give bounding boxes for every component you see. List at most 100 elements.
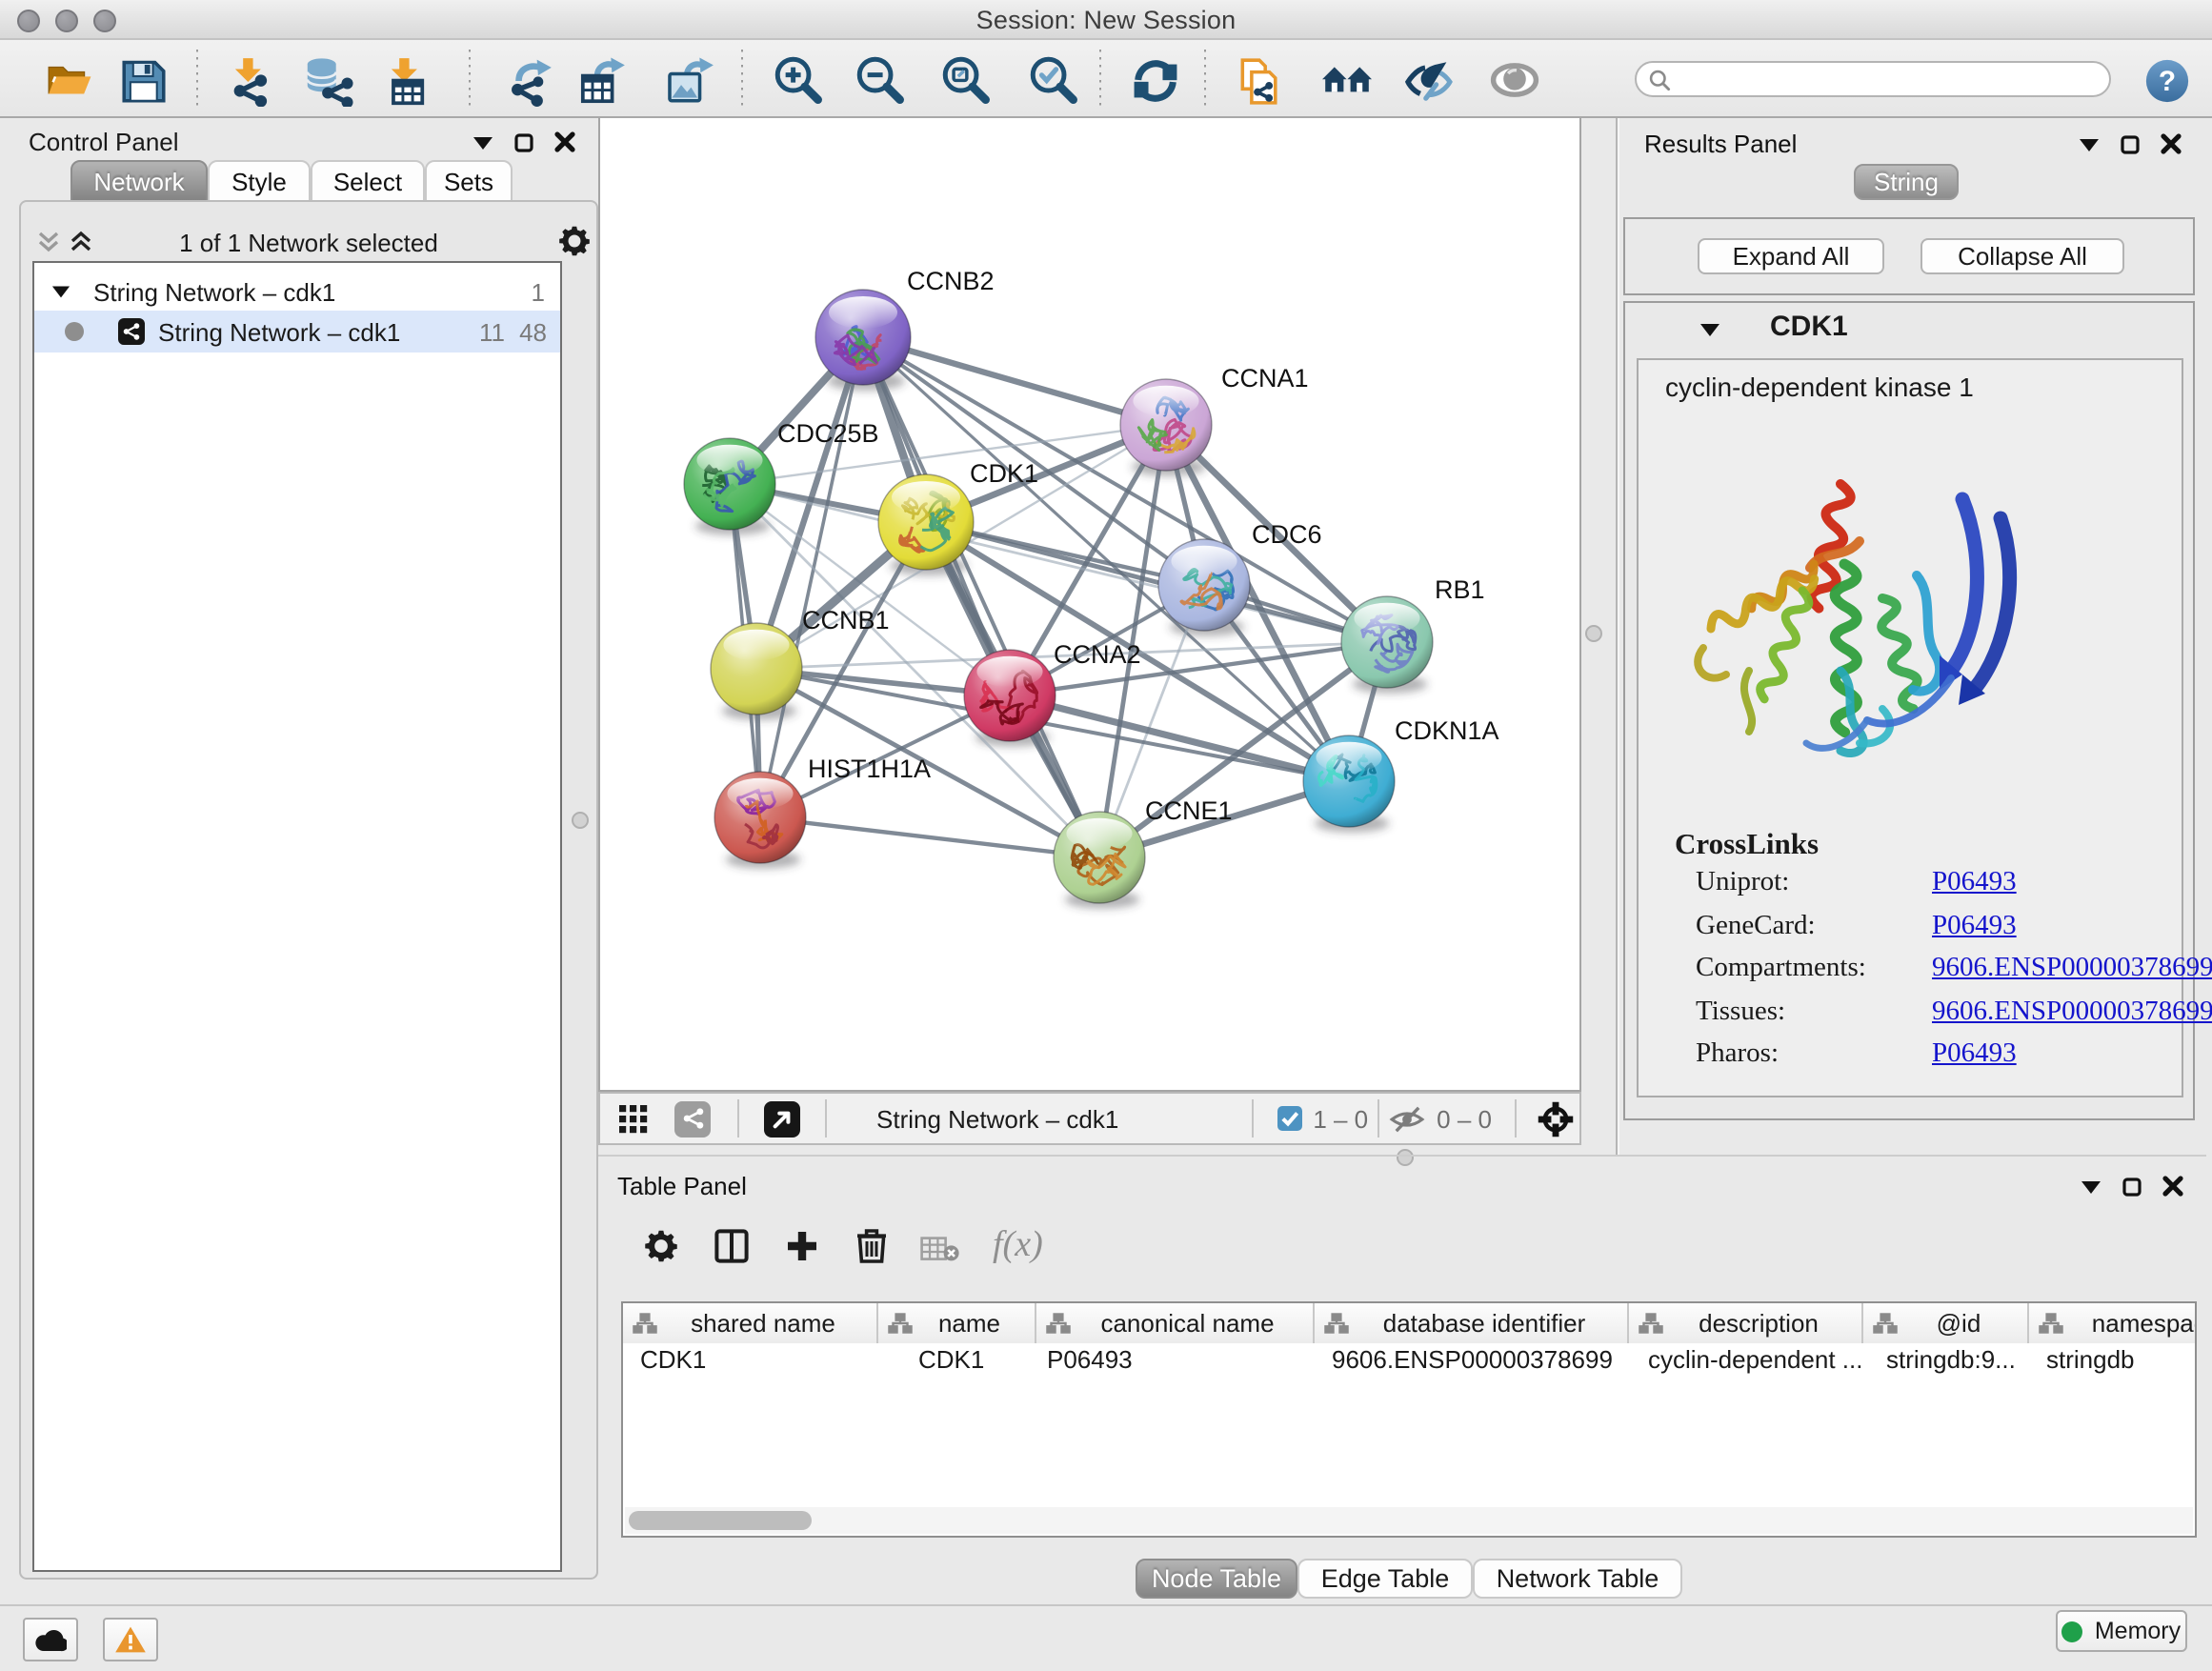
tab-string[interactable]: String: [1854, 164, 1959, 200]
column-header-name[interactable]: name: [878, 1303, 1036, 1343]
table-h-scrollbar[interactable]: [625, 1507, 2193, 1534]
table-cell[interactable]: 9606.ENSP00000378699: [1315, 1343, 1629, 1376]
import-network-from-file-button[interactable]: [221, 53, 274, 107]
network-label: String Network – cdk1: [158, 317, 400, 346]
table-cell[interactable]: stringdb:9...: [1863, 1343, 2029, 1376]
close-panel-icon[interactable]: [2162, 1176, 2183, 1197]
column-header-description[interactable]: description: [1629, 1303, 1863, 1343]
zoom-out-button[interactable]: [854, 53, 907, 107]
zoom-selected-button[interactable]: [1027, 53, 1080, 107]
undock-panel-icon[interactable]: [2122, 1177, 2142, 1196]
undock-panel-icon[interactable]: [2121, 134, 2140, 153]
network-node-cdkn1a[interactable]: [1303, 735, 1395, 827]
save-session-button[interactable]: [116, 53, 170, 107]
cloud-status-button[interactable]: [23, 1618, 78, 1661]
birds-eye-view-button[interactable]: [1538, 1100, 1574, 1137]
table-cell[interactable]: P06493: [1036, 1343, 1315, 1376]
table-cell[interactable]: cyclin-dependent ...: [1629, 1343, 1863, 1376]
right-splitter-handle[interactable]: [1585, 625, 1602, 642]
close-panel-icon[interactable]: [554, 131, 575, 152]
column-header-id[interactable]: @id: [1863, 1303, 2029, 1343]
float-panel-icon[interactable]: [473, 134, 493, 150]
expand-all-button[interactable]: Expand All: [1698, 238, 1884, 274]
create-column-button[interactable]: [785, 1229, 819, 1269]
network-node-ccnb2[interactable]: [815, 290, 911, 385]
gene-section: CDK1 cyclin-dependent kinase 1 CrossLink…: [1623, 301, 2195, 1120]
crosslink-value-link[interactable]: P06493: [1932, 910, 2017, 942]
table-options-gear-button[interactable]: [644, 1229, 678, 1269]
function-builder-button[interactable]: f(x): [993, 1225, 1043, 1267]
float-panel-icon[interactable]: [2079, 136, 2100, 151]
show-column-panel-button[interactable]: [714, 1229, 749, 1269]
warning-status-button[interactable]: [103, 1618, 158, 1661]
table-cell[interactable]: CDK1: [878, 1343, 1036, 1376]
network-node-ccnb1[interactable]: [711, 623, 802, 715]
export-network-button[interactable]: [503, 53, 556, 107]
search-field[interactable]: [1635, 61, 2111, 97]
network-tree-row[interactable]: String Network – cdk11: [34, 271, 560, 312]
crosslink-value-link[interactable]: P06493: [1932, 1039, 2017, 1072]
network-collection-label: String Network – cdk1: [93, 277, 335, 306]
network-graph[interactable]: CCNB2CCNA1CDC25BCDK1CDC6RB1CCNB1CCNA2CDK…: [600, 118, 1579, 1088]
column-header-namespace[interactable]: namespace: [2029, 1303, 2197, 1343]
column-header-canonicalname[interactable]: canonical name: [1036, 1303, 1315, 1343]
float-panel-icon[interactable]: [2081, 1178, 2101, 1194]
network-node-ccne1[interactable]: [1054, 812, 1145, 903]
network-edge[interactable]: [760, 817, 1099, 857]
scrollbar-thumb[interactable]: [629, 1511, 812, 1530]
crosslink-value-link[interactable]: 9606.ENSP00000378699: [1932, 953, 2212, 985]
network-options-gear-icon[interactable]: [558, 225, 591, 263]
network-edge[interactable]: [760, 337, 863, 817]
network-node-cdc6[interactable]: [1158, 539, 1250, 631]
delete-column-button[interactable]: [855, 1227, 888, 1269]
table-cell[interactable]: stringdb: [2029, 1343, 2197, 1376]
zoom-in-button[interactable]: [772, 53, 825, 107]
edge-count: 48: [519, 317, 547, 346]
close-panel-icon[interactable]: [2161, 133, 2182, 154]
tab-network[interactable]: Network: [70, 160, 208, 202]
gene-details: cyclin-dependent kinase 1 CrossLinks Uni…: [1637, 358, 2183, 1097]
tab-edge-table[interactable]: Edge Table: [1297, 1559, 1473, 1599]
network-share-button[interactable]: [674, 1100, 711, 1137]
crosslink-value-link[interactable]: 9606.ENSP00000378699: [1932, 997, 2212, 1029]
export-image-button[interactable]: [663, 53, 716, 107]
save-floppy-icon: [117, 54, 169, 106]
grid-view-button[interactable]: [619, 1104, 648, 1133]
open-session-button[interactable]: [42, 53, 95, 107]
network-node-ccna1[interactable]: [1120, 379, 1212, 471]
clone-network-button[interactable]: [1233, 53, 1286, 107]
open-in-window-button[interactable]: [764, 1100, 800, 1137]
network-node-cdc25b[interactable]: [684, 438, 775, 530]
tab-style[interactable]: Style: [208, 160, 311, 202]
first-neighbors-button[interactable]: [1320, 53, 1374, 107]
plus-icon: [785, 1229, 819, 1263]
column-header-sharedname[interactable]: shared name: [623, 1303, 878, 1343]
undock-panel-icon[interactable]: [514, 132, 533, 151]
hide-selected-button[interactable]: [1402, 53, 1456, 107]
show-all-button[interactable]: [1488, 53, 1541, 107]
network-canvas[interactable]: CCNB2CCNA1CDC25BCDK1CDC6RB1CCNB1CCNA2CDK…: [598, 118, 1581, 1092]
memory-button[interactable]: Memory: [2056, 1610, 2187, 1652]
network-tree-row[interactable]: String Network – cdk11148: [34, 311, 560, 352]
tree-expander-icon[interactable]: [51, 284, 70, 299]
network-node-rb1[interactable]: [1341, 596, 1433, 688]
tab-network-table[interactable]: Network Table: [1473, 1559, 1682, 1599]
tab-sets[interactable]: Sets: [425, 160, 513, 202]
crosslink-value-link[interactable]: P06493: [1932, 867, 2017, 899]
refresh-button[interactable]: [1128, 53, 1181, 107]
left-splitter-handle[interactable]: [572, 812, 589, 829]
help-button[interactable]: ?: [2140, 53, 2193, 107]
network-node-ccna2[interactable]: [964, 650, 1056, 741]
collapse-gene-icon[interactable]: [1699, 322, 1720, 337]
collapse-all-button[interactable]: Collapse All: [1920, 238, 2124, 274]
network-node-cdk1[interactable]: [878, 474, 974, 570]
export-table-button[interactable]: [575, 53, 629, 107]
tab-node-table[interactable]: Node Table: [1136, 1559, 1297, 1599]
network-node-hist1h1a[interactable]: [714, 772, 806, 863]
column-header-databaseidentifier[interactable]: database identifier: [1315, 1303, 1629, 1343]
import-table-from-file-button[interactable]: [377, 53, 431, 107]
table-cell[interactable]: CDK1: [623, 1343, 878, 1376]
zoom-fit-button[interactable]: [939, 53, 993, 107]
tab-select[interactable]: Select: [311, 160, 425, 202]
import-network-from-database-button[interactable]: [301, 53, 354, 107]
